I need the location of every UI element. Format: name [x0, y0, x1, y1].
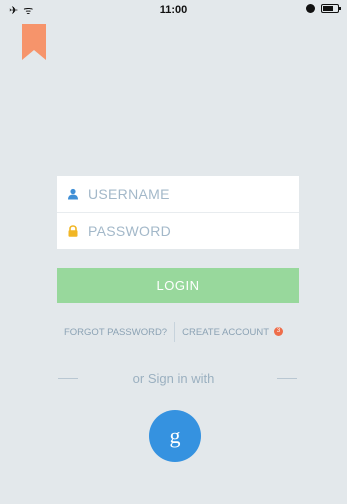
battery-icon — [321, 4, 341, 13]
username-input[interactable] — [88, 186, 278, 202]
google-sign-in-button[interactable]: g — [149, 410, 201, 462]
login-button[interactable]: LOGIN — [57, 268, 299, 303]
create-account-label: CREATE ACCOUNT — [182, 326, 270, 338]
status-time: 11:00 — [159, 4, 188, 16]
links-separator — [174, 322, 176, 342]
account-links: FORGOT PASSWORD? CREATE ACCOUNT 3 — [0, 322, 347, 342]
password-field[interactable] — [57, 212, 299, 248]
password-input[interactable] — [88, 222, 278, 239]
user-icon — [68, 188, 78, 200]
bookmark-icon[interactable] — [22, 24, 46, 60]
divider-line-right — [277, 378, 297, 379]
status-bar: ✈ ᯤ 11:00 — [0, 0, 347, 20]
google-icon: g — [169, 423, 181, 448]
create-account-link[interactable]: CREATE ACCOUNT 3 — [182, 326, 284, 338]
username-field[interactable] — [57, 176, 299, 212]
login-form — [57, 176, 299, 249]
lock-icon — [68, 224, 78, 237]
forgot-password-link[interactable]: FORGOT PASSWORD? — [64, 327, 167, 338]
social-divider: or Sign in with — [0, 370, 347, 388]
create-account-badge: 3 — [274, 327, 284, 337]
alarm-icon — [306, 4, 315, 13]
status-right-icons — [306, 4, 341, 13]
